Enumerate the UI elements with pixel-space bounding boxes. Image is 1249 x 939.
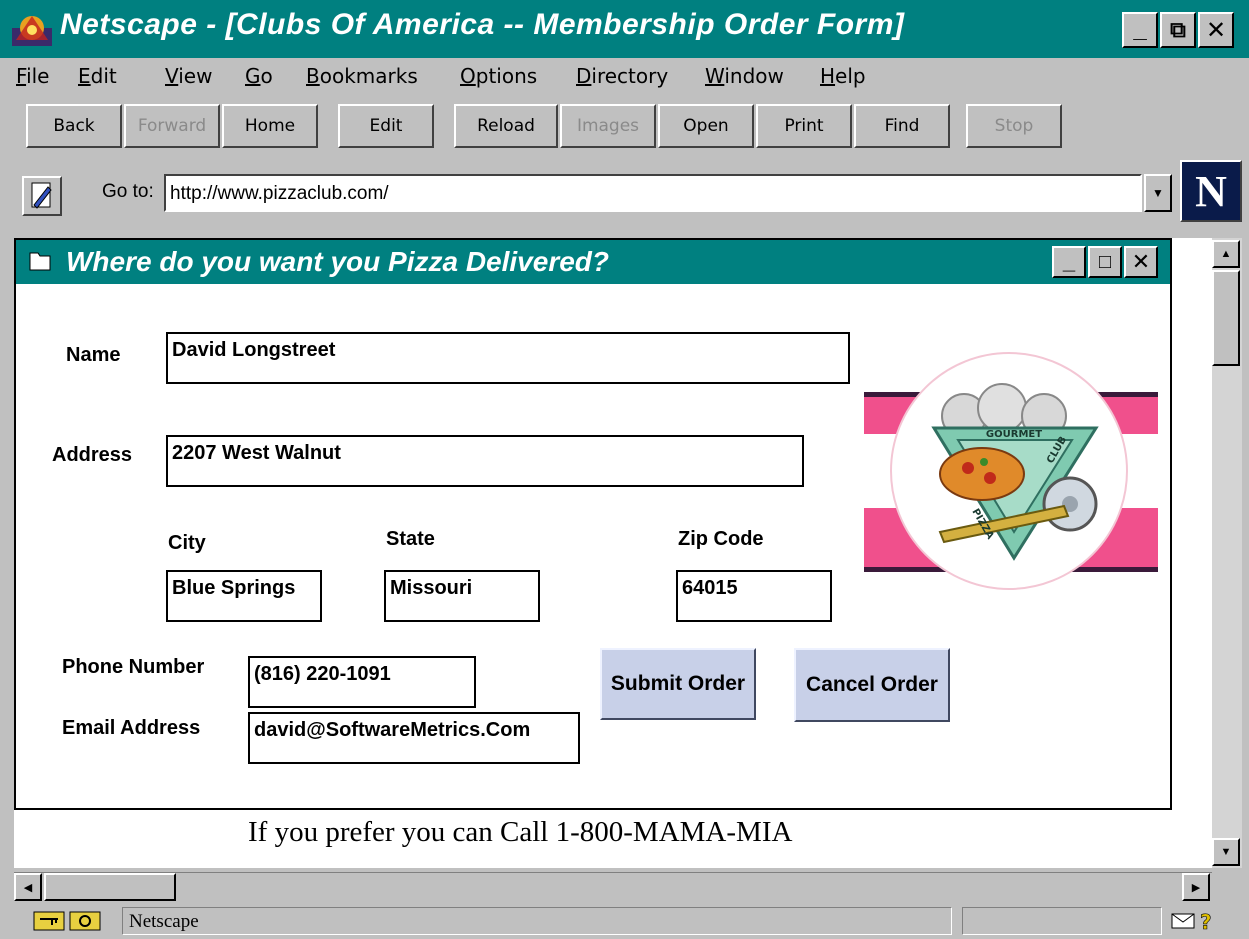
stop-button[interactable]: Stop [966, 104, 1062, 148]
scroll-right-icon[interactable]: ▶ [1182, 873, 1210, 901]
city-field[interactable]: Blue Springs [166, 570, 322, 622]
form-window-title: Where do you want you Pizza Delivered? [66, 246, 609, 277]
location-input[interactable]: http://www.pizzaclub.com/ [164, 174, 1142, 212]
horizontal-scrollbar[interactable]: ◀ ▶ [14, 872, 1212, 902]
order-form-window: Where do you want you Pizza Delivered? _… [14, 238, 1172, 810]
scroll-up-icon[interactable]: ▲ [1212, 240, 1240, 268]
form-minimize-button[interactable]: _ [1052, 246, 1086, 278]
cancel-order-button[interactable]: Cancel Order [794, 648, 950, 722]
name-label: Name [66, 344, 121, 366]
zip-field[interactable]: 64015 [676, 570, 832, 622]
menu-go[interactable]: Go [245, 64, 273, 88]
state-label: State [386, 528, 435, 550]
address-label: Address [52, 444, 133, 466]
home-button[interactable]: Home [222, 104, 318, 148]
location-dropdown-icon[interactable]: ▼ [1144, 174, 1172, 212]
find-button[interactable]: Find [854, 104, 950, 148]
gourmet-pizza-club-logo: GOURMET PIZZA CLUB [864, 336, 1158, 606]
reload-button[interactable]: Reload [454, 104, 558, 148]
menu-options[interactable]: Options [460, 64, 537, 88]
bookmark-quickfile-icon[interactable] [22, 176, 62, 216]
scroll-left-icon[interactable]: ◀ [14, 873, 42, 901]
phone-label: Phone Number [62, 656, 205, 678]
address-field[interactable]: 2207 West Walnut [166, 435, 804, 487]
forward-button[interactable]: Forward [124, 104, 220, 148]
name-field[interactable]: David Longstreet [166, 332, 850, 384]
menu-edit[interactable]: Edit [78, 64, 117, 88]
city-label: City [168, 532, 206, 554]
menu-view[interactable]: View [165, 64, 212, 88]
progress-field [962, 907, 1162, 935]
restore-button[interactable]: ⧉ [1160, 12, 1196, 48]
minimize-button[interactable]: _ [1122, 12, 1158, 48]
netscape-logo: N [1180, 160, 1242, 222]
zip-label: Zip Code [678, 528, 764, 550]
close-button[interactable]: ✕ [1198, 12, 1234, 48]
menu-directory[interactable]: Directory [576, 64, 668, 88]
menu-window[interactable]: Window [705, 64, 784, 88]
images-button[interactable]: Images [560, 104, 656, 148]
status-text: Netscape [122, 907, 952, 935]
edit-button[interactable]: Edit [338, 104, 434, 148]
menu-bookmarks[interactable]: Bookmarks [306, 64, 418, 88]
app-titlebar: Netscape - [Clubs Of America -- Membersh… [0, 0, 1249, 58]
submit-order-button[interactable]: Submit Order [600, 648, 756, 720]
scroll-down-icon[interactable]: ▼ [1212, 838, 1240, 866]
state-field[interactable]: Missouri [384, 570, 540, 622]
menu-bar: File Edit View Go Bookmarks Options Dire… [0, 58, 1249, 98]
document-icon [28, 250, 52, 272]
email-field[interactable]: david@SoftwareMetrics.Com [248, 712, 580, 764]
menu-help[interactable]: Help [820, 64, 866, 88]
form-maximize-button[interactable]: □ [1088, 246, 1122, 278]
scroll-thumb[interactable] [1212, 270, 1240, 366]
phone-field[interactable]: (816) 220-1091 [248, 656, 476, 708]
location-label: Go to: [102, 181, 154, 202]
email-label: Email Address [62, 717, 201, 739]
logo-gourmet-text: GOURMET [986, 429, 1042, 440]
open-button[interactable]: Open [658, 104, 754, 148]
print-button[interactable]: Print [756, 104, 852, 148]
menu-file[interactable]: File [16, 64, 49, 88]
hscroll-thumb[interactable] [44, 873, 176, 901]
security-key-icon [32, 909, 104, 933]
back-button[interactable]: Back [26, 104, 122, 148]
call-us-text: If you prefer you can Call 1-800-MAMA-MI… [248, 816, 793, 848]
form-titlebar: Where do you want you Pizza Delivered? _… [16, 240, 1170, 284]
svg-text:?: ? [1200, 910, 1212, 932]
netscape-app-icon [12, 10, 52, 46]
window-title: Netscape - [Clubs Of America -- Membersh… [60, 8, 905, 41]
vertical-scrollbar[interactable]: ▲ ▼ [1212, 238, 1242, 868]
form-close-button[interactable]: ✕ [1124, 246, 1158, 278]
mail-icon[interactable]: ? [1170, 910, 1230, 934]
